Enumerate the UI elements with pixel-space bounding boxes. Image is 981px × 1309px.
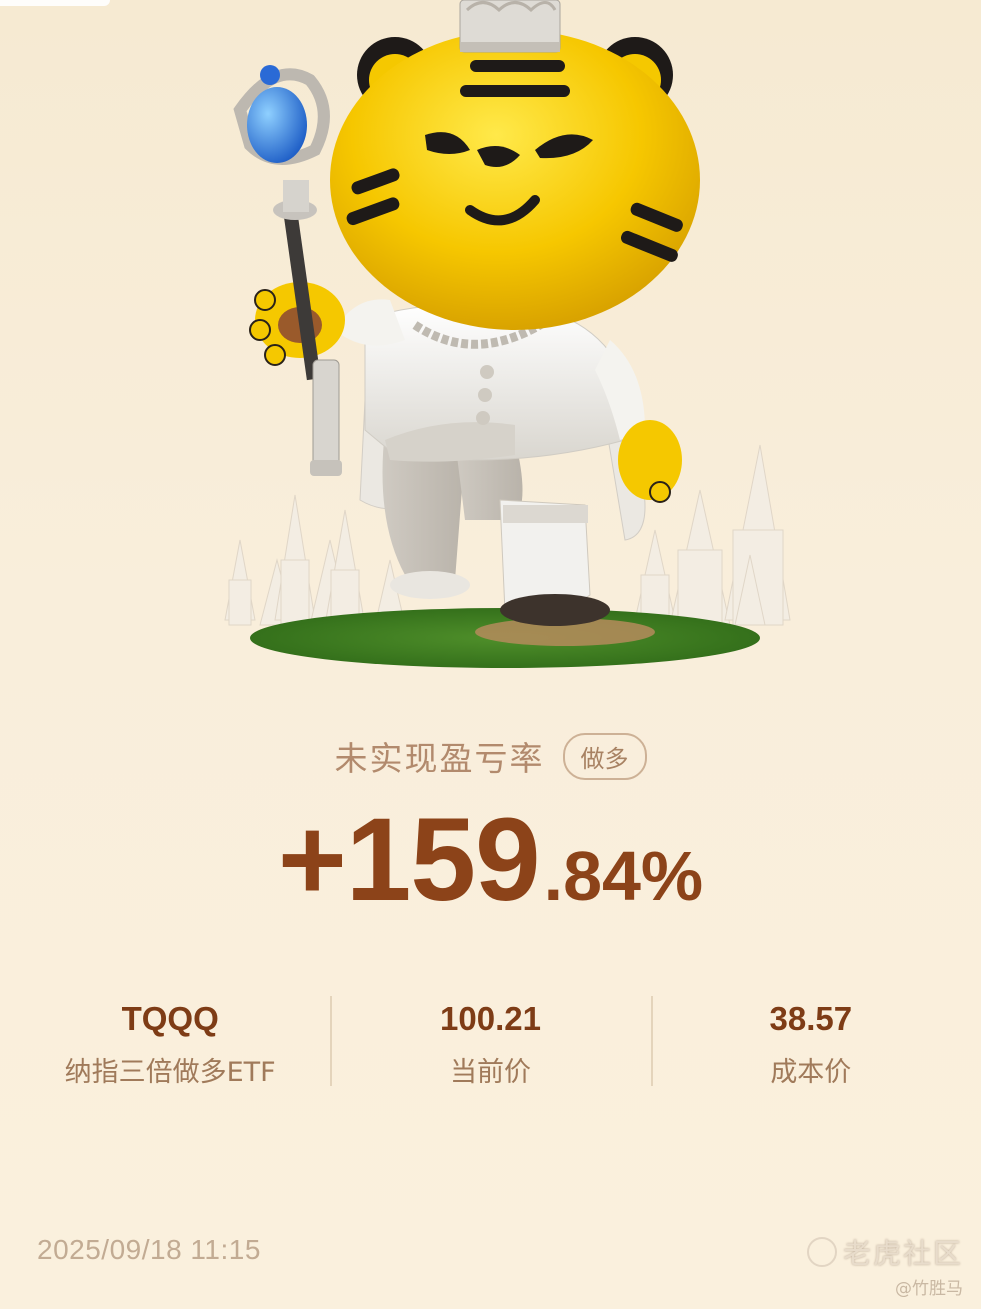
community-watermark: 老虎社区 @竹胜马 bbox=[806, 1232, 963, 1299]
timestamp: 2025/09/18 11:15 bbox=[37, 1234, 261, 1265]
pnl-percentage: +159 . 84% bbox=[0, 792, 981, 932]
corner-mark bbox=[0, 0, 110, 6]
headline-row: 未实现盈亏率 做多 bbox=[0, 730, 981, 782]
tiger-mascot-illustration bbox=[224, 0, 791, 668]
ticker-symbol: TQQQ bbox=[121, 1000, 219, 1037]
scepter bbox=[233, 65, 342, 476]
pnl-integer: +159 bbox=[277, 794, 541, 926]
pnl-decimal: 84% bbox=[563, 837, 704, 915]
tiger-head bbox=[330, 30, 700, 330]
stat-current-price: 100.21 当前价 bbox=[330, 992, 650, 1088]
stats-row: TQQQ 纳指三倍做多ETF 100.21 当前价 38.57 成本价 bbox=[10, 992, 971, 1088]
watermark-title: 老虎社区 bbox=[842, 1237, 963, 1270]
current-price-value: 100.21 bbox=[440, 1000, 541, 1037]
tiger-community-logo-icon bbox=[806, 1237, 837, 1267]
cost-price-label: 成本价 bbox=[770, 1057, 852, 1088]
current-price-label: 当前价 bbox=[449, 1057, 531, 1088]
ticker-name: 纳指三倍做多ETF bbox=[64, 1057, 276, 1088]
pnl-dot: . bbox=[543, 837, 564, 915]
position-direction-badge: 做多 bbox=[562, 732, 647, 780]
stat-cost-price: 38.57 成本价 bbox=[650, 992, 971, 1088]
cost-price-value: 38.57 bbox=[769, 1000, 853, 1037]
stat-symbol: TQQQ 纳指三倍做多ETF bbox=[10, 992, 330, 1088]
crown bbox=[459, 0, 561, 53]
watermark-author: @竹胜马 bbox=[895, 1279, 963, 1299]
watermark-title-row: 老虎社区 bbox=[806, 1232, 963, 1272]
share-card: 未实现盈亏率 做多 +159 . 84% TQQQ 纳指三倍做多ETF 100.… bbox=[0, 0, 981, 1309]
unrealized-pnl-label: 未实现盈亏率 bbox=[334, 739, 545, 778]
